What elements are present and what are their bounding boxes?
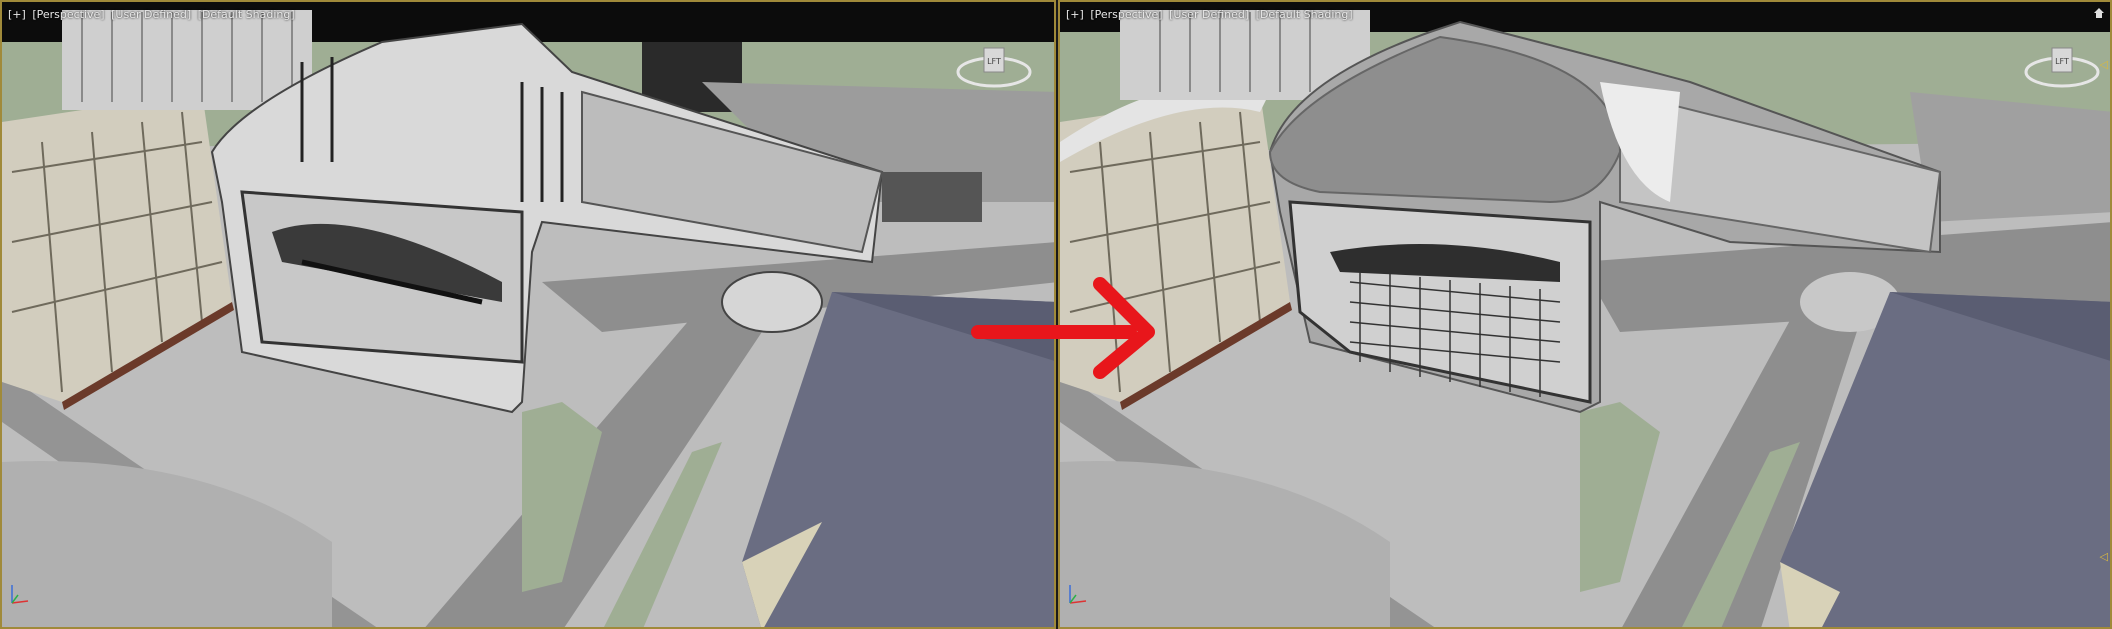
viewport-label-after[interactable]: [+] [Perspective] [User Defined] [Defaul… [1066, 8, 1356, 21]
triangle-marker-icon: ◁ [2099, 58, 2108, 71]
viewport-label-before[interactable]: [+] [Perspective] [User Defined] [Defaul… [8, 8, 298, 21]
viewcube-face-label: LFT [2055, 57, 2069, 66]
viewcube-icon[interactable]: LFT [2020, 38, 2104, 94]
viewcube-icon[interactable]: LFT [952, 38, 1036, 94]
viewport-camera-mode[interactable]: [User Defined] [1169, 8, 1249, 21]
viewport-view-mode[interactable]: [Perspective] [1090, 8, 1162, 21]
viewport-menu-plus[interactable]: [+] [8, 8, 26, 21]
viewport-view-mode[interactable]: [Perspective] [32, 8, 104, 21]
viewport-camera-mode[interactable]: [User Defined] [111, 8, 191, 21]
scene-render-before [2, 2, 1054, 627]
axis-tripod-icon [11, 585, 29, 604]
scene-render-after [1060, 2, 2110, 627]
viewport-shading-mode[interactable]: [Default Shading] [1256, 8, 1353, 21]
viewport-perspective-before[interactable]: [+] [Perspective] [User Defined] [Defaul… [0, 0, 1056, 629]
axis-tripod-icon [1069, 585, 1087, 604]
viewport-perspective-after[interactable]: [+] [Perspective] [User Defined] [Defaul… [1058, 0, 2112, 629]
viewport-menu-plus[interactable]: [+] [1066, 8, 1084, 21]
home-icon[interactable] [2092, 6, 2106, 20]
viewport-shading-mode[interactable]: [Default Shading] [198, 8, 295, 21]
triangle-marker-icon: ◁ [2099, 550, 2108, 563]
viewcube-face-label: LFT [987, 57, 1001, 66]
